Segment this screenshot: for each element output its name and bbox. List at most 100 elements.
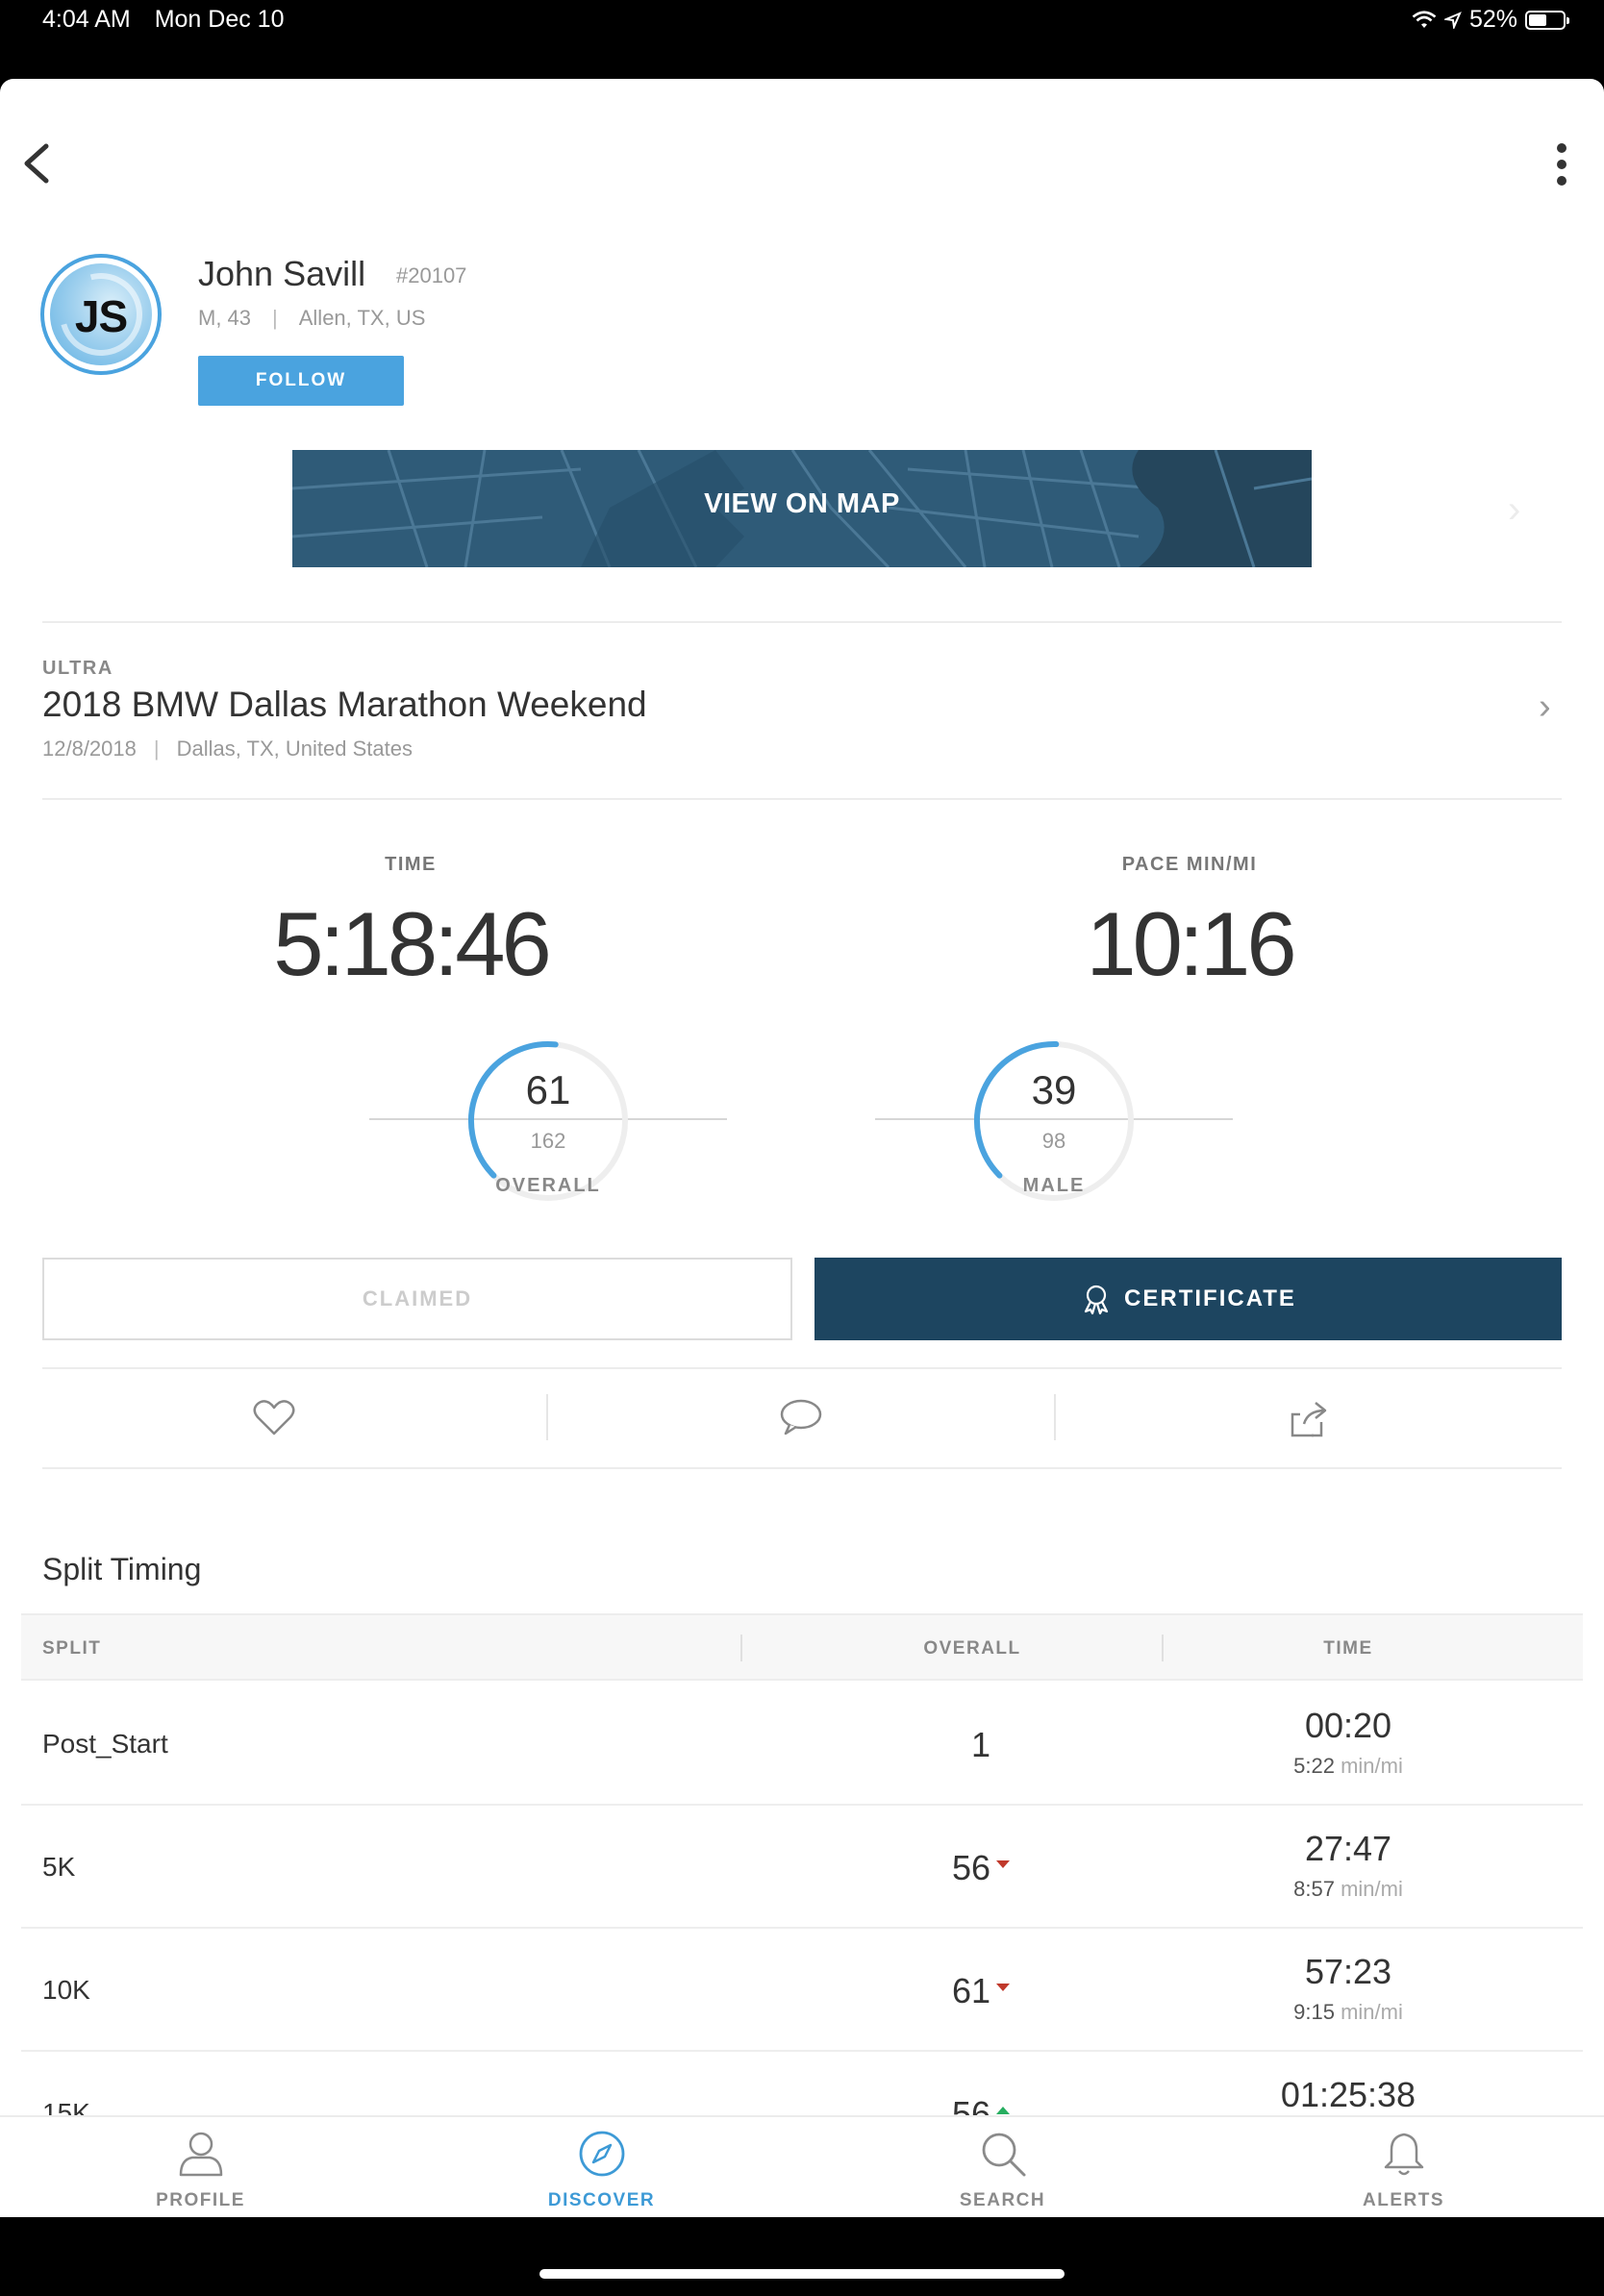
trend-down-icon — [996, 1984, 1011, 1992]
race-chevron-icon[interactable]: › — [1539, 686, 1551, 728]
gender-label: MALE — [1022, 1175, 1086, 1196]
result-sheet: JS John Savill #20107 M, 43 | Allen, TX, U… — [0, 79, 1604, 2217]
runner-meta: M, 43 | Allen, TX, US — [198, 306, 426, 330]
more-options-icon[interactable] — [1550, 140, 1573, 188]
status-date: Mon Dec 10 — [154, 6, 285, 33]
status-bar: 4:04 AM Mon Dec 10 52% — [0, 0, 1604, 77]
split-pace-value: 5:22 — [1293, 1754, 1335, 1778]
pace-value: 10:16 — [1086, 893, 1296, 994]
race-meta: 12/8/2018 | Dallas, TX, United States — [42, 736, 413, 761]
th-overall: OVERALL — [923, 1638, 1021, 1659]
split-pace-unit: min/mi — [1341, 2000, 1403, 2024]
avatar[interactable]: JS — [40, 254, 162, 375]
split-time: 27:47 — [1304, 1829, 1392, 1868]
race-category: ULTRA — [42, 658, 113, 679]
split-overall: 56 — [923, 1848, 1039, 1888]
split-pace-unit: min/mi — [1341, 1754, 1403, 1778]
certificate-button[interactable]: CERTIFICATE — [815, 1258, 1562, 1340]
header-separator — [740, 1635, 742, 1661]
gender-total: 98 — [1041, 1129, 1066, 1153]
tab-profile[interactable]: PROFILE — [0, 2117, 401, 2217]
person-icon — [179, 2132, 222, 2177]
split-name: 5K — [42, 1852, 76, 1882]
header-separator — [1162, 1635, 1164, 1661]
split-pace-unit: min/mi — [1341, 1877, 1403, 1901]
tab-discover-label: DISCOVER — [547, 2190, 656, 2210]
gender-rank-gauge: 39 98 MALE — [871, 1040, 1237, 1223]
compass-icon — [579, 2131, 624, 2177]
split-overall-rank: 61 — [951, 1971, 991, 2010]
overall-total: 162 — [530, 1129, 566, 1153]
split-overall-rank: 56 — [951, 1848, 991, 1887]
comment-button[interactable] — [548, 1367, 1054, 1467]
divider — [42, 798, 1562, 800]
tab-alerts-label: ALERTS — [1363, 2190, 1444, 2210]
bottom-tab-bar: PROFILE DISCOVER SEARCH ALERTS — [0, 2115, 1604, 2217]
split-row[interactable]: 10K 61 57:23 9:15 min/mi — [21, 1929, 1583, 2052]
runner-name: John Savill — [198, 254, 366, 293]
claimed-button[interactable]: CLAIMED — [42, 1258, 792, 1340]
avatar-initials: JS — [74, 291, 128, 341]
tab-search[interactable]: SEARCH — [802, 2117, 1203, 2217]
back-chevron-icon[interactable] — [15, 137, 58, 190]
tab-search-label: SEARCH — [959, 2190, 1046, 2210]
runner-location: Allen, TX, US — [298, 306, 426, 330]
heart-icon — [253, 1400, 295, 1435]
split-name: 10K — [42, 1975, 90, 2005]
split-pace: 9:15 min/mi — [1156, 2000, 1541, 2025]
split-row[interactable]: Post_Start 1 00:20 5:22 min/mi — [21, 1683, 1583, 1806]
split-pace-value: 8:57 — [1293, 1877, 1335, 1901]
follow-button[interactable]: FOLLOW — [198, 356, 404, 406]
race-location: Dallas, TX, United States — [176, 736, 413, 761]
split-row[interactable]: 5K 56 27:47 8:57 min/mi — [21, 1806, 1583, 1929]
divider — [42, 621, 1562, 623]
split-overall-rank: 1 — [970, 1725, 991, 1764]
gender-age: M, 43 — [198, 306, 252, 330]
bell-icon — [1384, 2133, 1423, 2176]
tab-discover[interactable]: DISCOVER — [401, 2117, 802, 2217]
split-overall: 1 — [923, 1725, 1039, 1765]
battery-icon — [1525, 10, 1569, 30]
split-pace-value: 9:15 — [1293, 2000, 1335, 2024]
trend-down-icon — [996, 1860, 1011, 1869]
finish-time: 5:18:46 — [273, 893, 552, 994]
split-name: Post_Start — [42, 1729, 168, 1759]
wifi-icon — [1412, 10, 1437, 28]
tab-profile-label: PROFILE — [156, 2190, 245, 2210]
ribbon-award-icon — [1084, 1285, 1109, 1315]
tab-alerts[interactable]: ALERTS — [1203, 2117, 1604, 2217]
overall-rank-gauge: 61 162 OVERALL — [365, 1040, 731, 1223]
split-table-header: SPLIT OVERALL TIME — [21, 1613, 1583, 1681]
split-overall: 61 — [923, 1971, 1039, 2011]
race-name[interactable]: 2018 BMW Dallas Marathon Weekend — [42, 685, 647, 725]
split-time: 01:25:38 — [1280, 2075, 1416, 2114]
split-time: 57:23 — [1304, 1952, 1392, 1991]
overall-label: OVERALL — [495, 1175, 601, 1196]
pace-label: PACE MIN/MI — [1121, 854, 1258, 875]
bib-number: #20107 — [396, 263, 467, 287]
overall-rank: 61 — [525, 1067, 571, 1112]
status-time: 4:04 AM — [42, 6, 131, 33]
share-icon — [1291, 1402, 1327, 1437]
like-button[interactable] — [21, 1367, 527, 1467]
location-arrow-icon — [1443, 11, 1462, 29]
view-on-map-banner[interactable]: VIEW ON MAP — [292, 450, 1312, 567]
home-indicator[interactable] — [539, 2269, 1065, 2279]
comment-icon — [780, 1399, 822, 1435]
split-pace: 8:57 min/mi — [1156, 1877, 1541, 1902]
th-split: SPLIT — [42, 1638, 102, 1659]
split-pace: 5:22 min/mi — [1156, 1754, 1541, 1779]
split-timing-title: Split Timing — [42, 1552, 202, 1586]
race-date: 12/8/2018 — [42, 736, 137, 761]
share-button[interactable] — [1056, 1367, 1562, 1467]
time-label: TIME — [385, 854, 437, 875]
th-time: TIME — [1323, 1638, 1373, 1659]
view-on-map-label: VIEW ON MAP — [704, 488, 900, 519]
search-icon — [982, 2133, 1025, 2177]
trend-up-icon — [996, 2107, 1011, 2115]
gender-rank: 39 — [1031, 1067, 1077, 1112]
divider — [42, 1467, 1562, 1469]
map-chevron-icon: › — [1508, 488, 1521, 531]
battery-percent: 52% — [1468, 6, 1517, 33]
split-time: 00:20 — [1304, 1706, 1392, 1745]
